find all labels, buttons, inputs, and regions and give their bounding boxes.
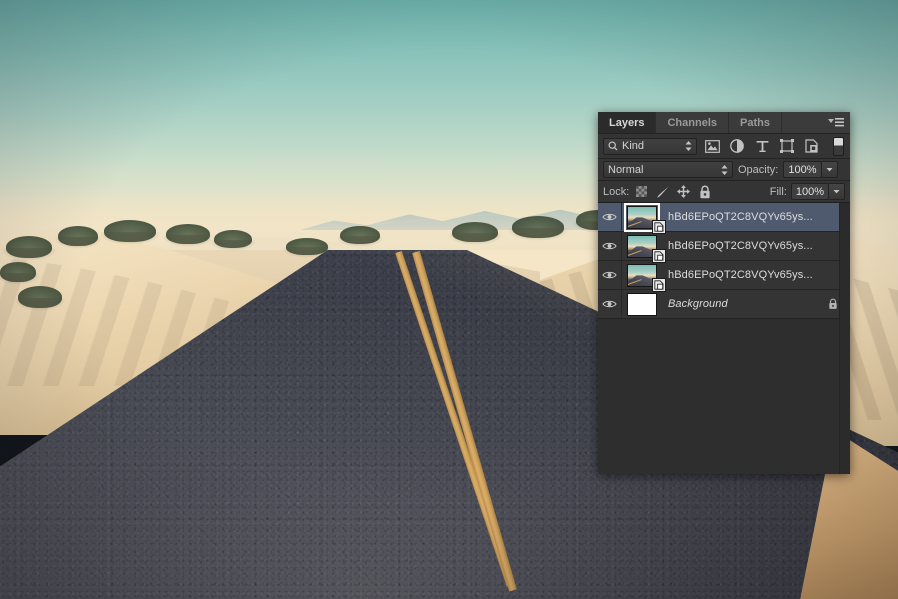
tab-channels[interactable]: Channels xyxy=(656,112,729,133)
layer-visibility-toggle[interactable] xyxy=(598,261,622,289)
eye-icon xyxy=(602,242,617,250)
layer-thumbnail-cell[interactable] xyxy=(622,202,666,234)
opacity-field-group[interactable]: 100% xyxy=(783,161,838,178)
opacity-input[interactable]: 100% xyxy=(783,161,822,178)
filter-kind-select[interactable]: Kind xyxy=(603,137,697,155)
blend-mode-select[interactable]: Normal xyxy=(603,161,733,178)
layer-name[interactable]: Background xyxy=(662,298,824,310)
eye-icon xyxy=(602,213,617,221)
fill-dropdown-arrow[interactable] xyxy=(829,183,845,200)
blend-mode-value: Normal xyxy=(608,163,644,176)
eye-icon xyxy=(602,271,617,279)
tab-paths[interactable]: Paths xyxy=(729,112,782,133)
tab-layers-label: Layers xyxy=(609,116,645,129)
table-row[interactable]: hBd6EPoQT2C8VQYv65ys... xyxy=(598,261,850,292)
opacity-label: Opacity: xyxy=(738,163,779,176)
text-t-icon[interactable] xyxy=(752,137,772,156)
layer-visibility-toggle[interactable] xyxy=(598,203,622,231)
layer-list[interactable]: hBd6EPoQT2C8VQYv65ys... hBd6EPoQT2C8VQYv… xyxy=(598,202,850,474)
panel-menu-icon[interactable] xyxy=(826,112,846,133)
adjustment-icon[interactable] xyxy=(727,137,747,156)
layer-thumbnail[interactable] xyxy=(627,292,657,316)
fill-input[interactable]: 100% xyxy=(790,183,829,200)
image-icon[interactable] xyxy=(702,137,722,156)
checkerboard-icon[interactable] xyxy=(633,183,650,201)
layer-name[interactable]: hBd6EPoQT2C8VQYv65ys... xyxy=(662,240,842,252)
layer-visibility-toggle[interactable] xyxy=(598,232,622,260)
layer-name[interactable]: hBd6EPoQT2C8VQYv65ys... xyxy=(662,211,842,223)
table-row[interactable]: hBd6EPoQT2C8VQYv65ys... xyxy=(598,202,850,234)
fill-label: Fill: xyxy=(769,185,787,198)
lock-row: Lock: Fill: 100% xyxy=(598,181,850,203)
panel-tab-bar: Layers Channels Paths xyxy=(598,112,850,134)
layer-visibility-toggle[interactable] xyxy=(598,290,622,318)
blend-mode-row: Normal Opacity: 100% xyxy=(598,159,850,181)
layer-thumbnail-cell[interactable] xyxy=(622,290,662,318)
updown-stepper-icon[interactable] xyxy=(685,141,692,152)
search-icon xyxy=(608,141,618,151)
filter-enable-toggle[interactable] xyxy=(833,136,844,156)
brush-icon[interactable] xyxy=(654,183,671,201)
layer-name[interactable]: hBd6EPoQT2C8VQYv65ys... xyxy=(662,269,842,281)
padlock-icon[interactable] xyxy=(696,183,713,201)
table-row[interactable]: hBd6EPoQT2C8VQYv65ys... xyxy=(598,232,850,263)
lock-label: Lock: xyxy=(603,185,630,198)
layer-thumbnail-cell[interactable] xyxy=(622,261,666,292)
filter-kind-label: Kind xyxy=(622,140,645,152)
shape-icon[interactable] xyxy=(777,137,797,156)
move-arrows-icon[interactable] xyxy=(675,183,692,201)
tab-channels-label: Channels xyxy=(667,116,717,129)
layer-list-scrollbar[interactable] xyxy=(839,203,850,474)
blend-stepper-icon[interactable] xyxy=(721,164,728,175)
eye-icon xyxy=(602,300,617,308)
tab-paths-label: Paths xyxy=(740,116,770,129)
layers-panel[interactable]: Layers Channels Paths Kind Normal Opacit… xyxy=(598,112,850,474)
layer-thumbnail-cell[interactable] xyxy=(622,232,666,263)
opacity-dropdown-arrow[interactable] xyxy=(821,161,838,178)
tab-layers[interactable]: Layers xyxy=(598,112,657,133)
fill-field-group[interactable]: 100% xyxy=(790,183,845,200)
smart-object-icon[interactable] xyxy=(802,137,822,156)
layer-filter-row: Kind xyxy=(598,134,850,159)
table-row[interactable]: Background xyxy=(598,290,850,319)
